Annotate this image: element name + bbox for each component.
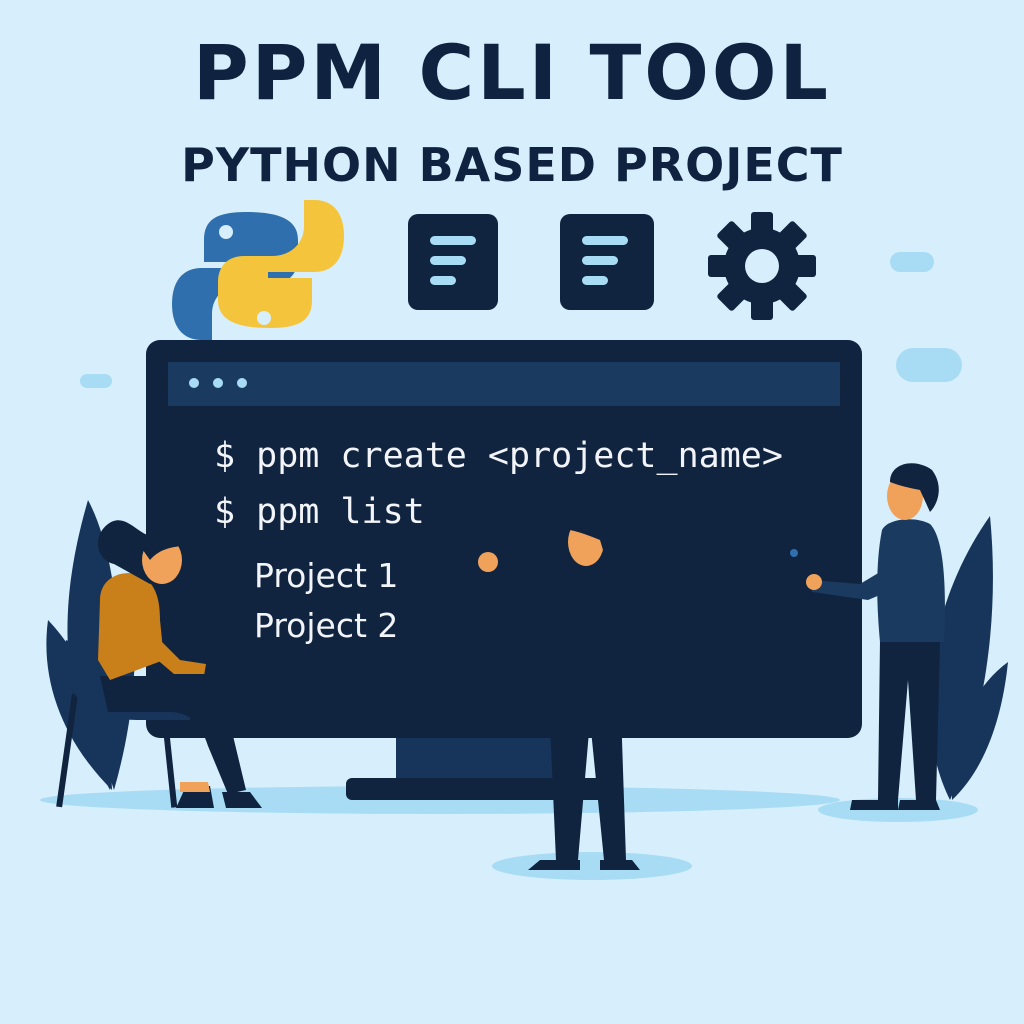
document-icon [560,214,654,310]
window-dot-icon [237,378,247,388]
terminal-output-line: Project 1 [254,556,399,595]
floor-shadow [492,852,692,880]
terminal-command-line: $ ppm create <project_name> [214,436,783,476]
document-icon [408,214,498,310]
window-dot-icon [213,378,223,388]
terminal-command-line: $ ppm list [214,492,425,532]
python-logo-icon [172,200,344,340]
cloud-decoration [80,374,112,388]
illustration-scene [40,200,1008,880]
window-dot-icon [189,378,199,388]
terminal-output-line: Project 2 [254,606,399,645]
cloud-decoration [896,348,962,382]
cloud-decoration [890,252,934,272]
camera-dot-icon [790,549,798,557]
gear-icon [708,212,816,320]
